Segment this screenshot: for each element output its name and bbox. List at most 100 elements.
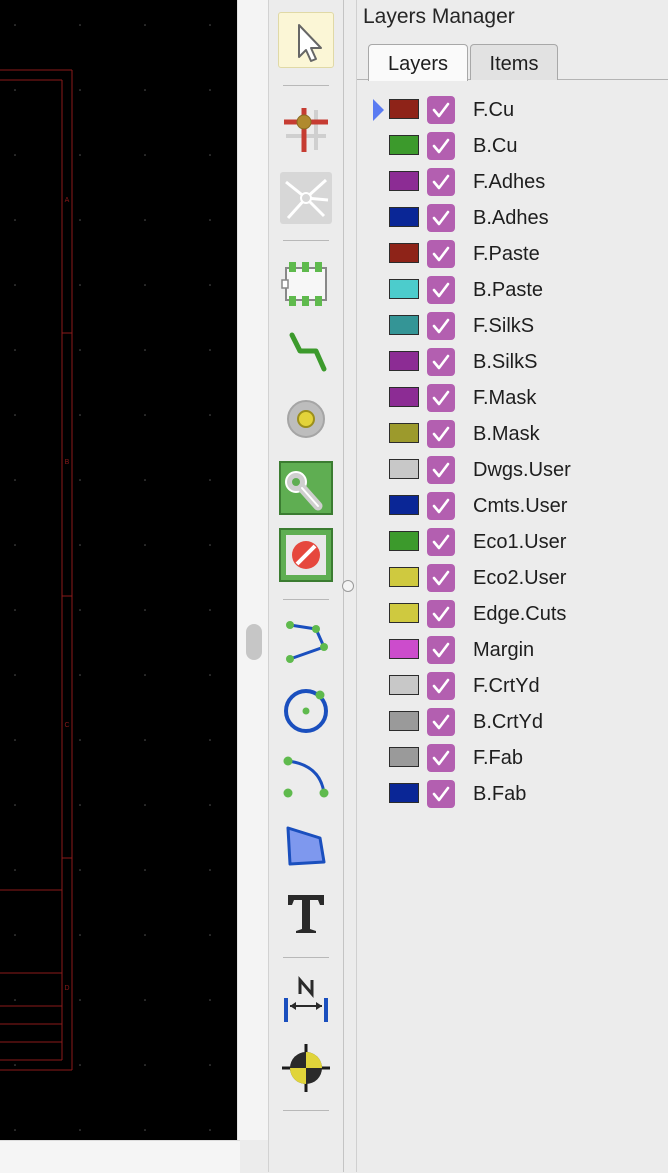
- layer-color-swatch[interactable]: [389, 351, 419, 371]
- layer-color-swatch[interactable]: [389, 639, 419, 659]
- layer-visibility-checkbox[interactable]: [427, 384, 455, 412]
- layer-row[interactable]: Edge.Cuts: [357, 596, 668, 632]
- add-zone-button[interactable]: [278, 460, 334, 516]
- add-text-button[interactable]: [278, 885, 334, 941]
- layer-row[interactable]: F.Adhes: [357, 164, 668, 200]
- layer-visibility-checkbox[interactable]: [427, 240, 455, 268]
- layer-visibility-checkbox[interactable]: [427, 708, 455, 736]
- layer-color-swatch[interactable]: [389, 531, 419, 551]
- layer-row[interactable]: F.Mask: [357, 380, 668, 416]
- grid-dot: [209, 414, 211, 416]
- draw-polygon-button[interactable]: [278, 818, 334, 874]
- grid-dot: [144, 674, 146, 676]
- layer-visibility-checkbox[interactable]: [427, 528, 455, 556]
- grid-dot: [79, 674, 81, 676]
- draw-circle-button[interactable]: [278, 681, 334, 737]
- layer-row[interactable]: Dwgs.User: [357, 452, 668, 488]
- tab-items[interactable]: Items: [470, 44, 558, 80]
- layer-row[interactable]: F.Paste: [357, 236, 668, 272]
- layer-color-swatch[interactable]: [389, 135, 419, 155]
- checkmark-icon: [432, 786, 450, 802]
- route-track-button[interactable]: [278, 323, 334, 379]
- layer-row[interactable]: F.CrtYd: [357, 668, 668, 704]
- layer-visibility-checkbox[interactable]: [427, 312, 455, 340]
- grid-dot: [79, 934, 81, 936]
- layer-row[interactable]: B.Cu: [357, 128, 668, 164]
- scrollbar-thumb[interactable]: [246, 624, 262, 660]
- panel-splitter-handle[interactable]: [342, 580, 354, 592]
- tab-layers[interactable]: Layers: [368, 44, 468, 81]
- layer-visibility-checkbox[interactable]: [427, 564, 455, 592]
- zone-icon: [279, 461, 333, 515]
- layer-row[interactable]: Eco2.User: [357, 560, 668, 596]
- route-track-icon: [289, 332, 327, 372]
- layer-visibility-checkbox[interactable]: [427, 600, 455, 628]
- layer-row[interactable]: Eco1.User: [357, 524, 668, 560]
- layer-visibility-checkbox[interactable]: [427, 780, 455, 808]
- layer-color-swatch[interactable]: [389, 171, 419, 191]
- layer-row[interactable]: F.Cu: [357, 92, 668, 128]
- layer-color-swatch[interactable]: [389, 783, 419, 803]
- layer-visibility-checkbox[interactable]: [427, 744, 455, 772]
- layer-visibility-checkbox[interactable]: [427, 204, 455, 232]
- grid-dot: [14, 89, 16, 91]
- layer-color-swatch[interactable]: [389, 567, 419, 587]
- layer-visibility-checkbox[interactable]: [427, 672, 455, 700]
- layer-visibility-checkbox[interactable]: [427, 348, 455, 376]
- layer-row[interactable]: B.Paste: [357, 272, 668, 308]
- layer-color-swatch[interactable]: [389, 207, 419, 227]
- grid-dot: [14, 219, 16, 221]
- layer-color-swatch[interactable]: [389, 603, 419, 623]
- layer-visibility-checkbox[interactable]: [427, 456, 455, 484]
- layer-color-swatch[interactable]: [389, 459, 419, 479]
- layer-visibility-checkbox[interactable]: [427, 96, 455, 124]
- canvas-vertical-scrollbar[interactable]: [237, 0, 269, 1140]
- select-tool-button[interactable]: [278, 12, 334, 68]
- layer-color-swatch[interactable]: [389, 387, 419, 407]
- layer-color-swatch[interactable]: [389, 315, 419, 335]
- local-ratsnest-button[interactable]: [278, 170, 334, 226]
- layer-color-swatch[interactable]: [389, 747, 419, 767]
- grid-dot: [79, 739, 81, 741]
- layer-color-swatch[interactable]: [389, 495, 419, 515]
- draw-line-button[interactable]: [278, 613, 334, 669]
- layer-visibility-checkbox[interactable]: [427, 168, 455, 196]
- layer-visibility-checkbox[interactable]: [427, 276, 455, 304]
- layer-row[interactable]: Cmts.User: [357, 488, 668, 524]
- layer-row[interactable]: B.SilkS: [357, 344, 668, 380]
- add-via-button[interactable]: [278, 391, 334, 447]
- layer-row[interactable]: F.SilkS: [357, 308, 668, 344]
- add-keepout-button[interactable]: [278, 527, 334, 583]
- layer-visibility-checkbox[interactable]: [427, 132, 455, 160]
- layer-row[interactable]: F.Fab: [357, 740, 668, 776]
- checkmark-icon: [432, 354, 450, 370]
- grid-dot: [144, 479, 146, 481]
- layer-color-swatch[interactable]: [389, 711, 419, 731]
- canvas-horizontal-scrollbar[interactable]: [0, 1140, 240, 1173]
- layer-color-swatch[interactable]: [389, 675, 419, 695]
- layer-color-swatch[interactable]: [389, 99, 419, 119]
- add-footprint-button[interactable]: [278, 256, 334, 312]
- add-dimension-button[interactable]: [278, 974, 334, 1030]
- zone-letter: D: [64, 985, 69, 992]
- checkmark-icon: [432, 174, 450, 190]
- layer-visibility-checkbox[interactable]: [427, 492, 455, 520]
- layer-row[interactable]: Margin: [357, 632, 668, 668]
- grid-dot: [14, 999, 16, 1001]
- layer-color-swatch[interactable]: [389, 243, 419, 263]
- highlight-net-button[interactable]: [278, 102, 334, 158]
- layer-visibility-checkbox[interactable]: [427, 420, 455, 448]
- layer-row[interactable]: B.Mask: [357, 416, 668, 452]
- layer-row[interactable]: B.Fab: [357, 776, 668, 812]
- pcb-canvas[interactable]: A B C D: [0, 0, 237, 1140]
- place-target-button[interactable]: [278, 1040, 334, 1096]
- grid-dot: [79, 219, 81, 221]
- grid-dot: [79, 869, 81, 871]
- draw-arc-button[interactable]: [278, 749, 334, 805]
- grid-dot: [14, 1129, 16, 1131]
- layer-visibility-checkbox[interactable]: [427, 636, 455, 664]
- layer-color-swatch[interactable]: [389, 279, 419, 299]
- layer-color-swatch[interactable]: [389, 423, 419, 443]
- layer-row[interactable]: B.CrtYd: [357, 704, 668, 740]
- layer-row[interactable]: B.Adhes: [357, 200, 668, 236]
